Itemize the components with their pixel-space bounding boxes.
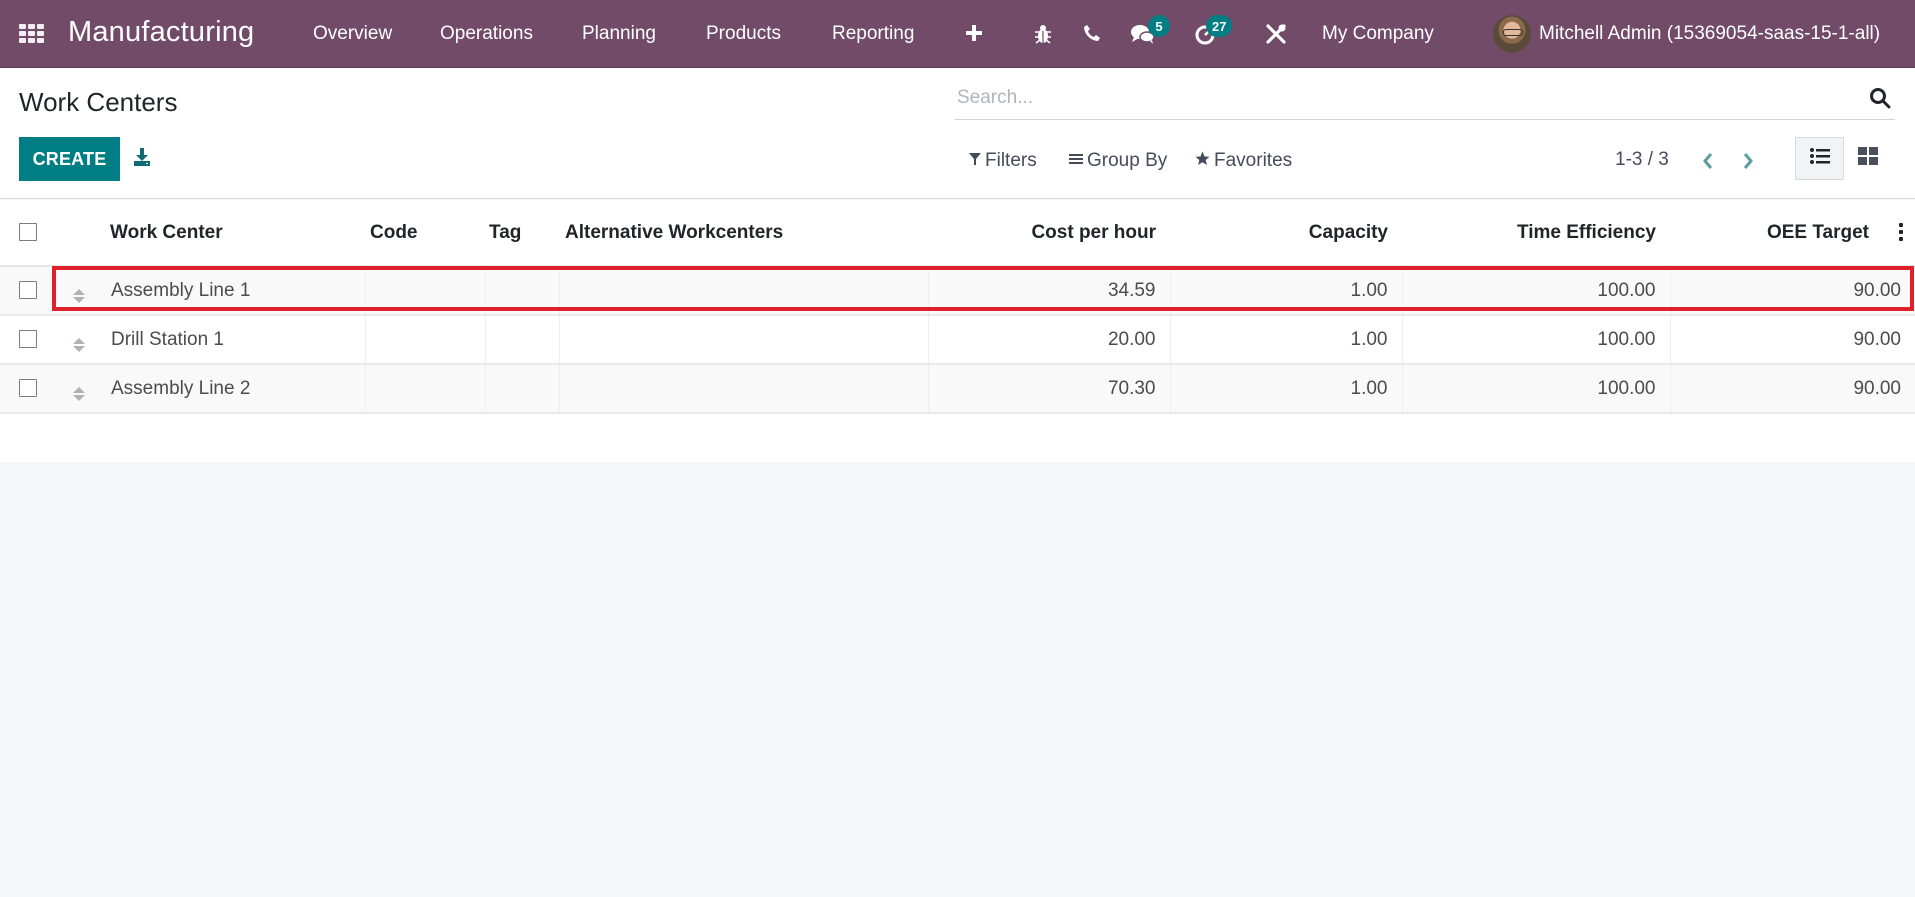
tools-icon[interactable] (1264, 22, 1288, 46)
menu-operations[interactable]: Operations (440, 23, 533, 45)
row-select-cell (0, 266, 54, 316)
user-avatar[interactable] (1493, 15, 1531, 53)
group-by-icon (1069, 150, 1083, 172)
work-centers-table: Work Center Code Tag Alternative Workcen… (0, 200, 1915, 462)
cell-tag[interactable] (484, 364, 559, 414)
cell-code[interactable] (364, 364, 485, 414)
group-by-label: Group By (1087, 150, 1168, 171)
group-by-button[interactable]: Group By (1069, 150, 1167, 172)
menu-overview[interactable]: Overview (313, 23, 392, 45)
search-icon[interactable] (1869, 87, 1891, 109)
menu-planning[interactable]: Planning (582, 23, 656, 45)
drag-handle-cell (54, 364, 103, 414)
row-checkbox[interactable] (19, 330, 37, 349)
favorites-button[interactable]: Favorites (1195, 150, 1292, 172)
cell-code[interactable] (364, 315, 485, 365)
cell-tag[interactable] (484, 315, 559, 365)
table-header-row: Work Center Code Tag Alternative Workcen… (0, 200, 1915, 267)
kanban-view-icon (1857, 147, 1878, 170)
cell-oee-target[interactable]: 90.00 (1669, 364, 1915, 414)
select-all-checkbox[interactable] (19, 223, 37, 242)
cell-work-center[interactable]: Assembly Line 2 (103, 364, 365, 414)
cell-alternative[interactable] (558, 364, 928, 414)
list-view-button[interactable] (1795, 137, 1844, 180)
row-select-cell (0, 315, 54, 365)
star-icon (1195, 150, 1210, 172)
menu-products[interactable]: Products (706, 23, 781, 45)
oee-target-label: OEE Target (1766, 221, 1869, 243)
menu-reporting[interactable]: Reporting (832, 23, 914, 45)
control-panel: Work Centers CREATE Filters Group By Fav… (0, 68, 1915, 199)
cell-time-efficiency[interactable]: 100.00 (1401, 364, 1670, 414)
page-title: Work Centers (19, 87, 178, 117)
pager-value[interactable]: 1-3 / 3 (1615, 149, 1669, 171)
cell-work-center[interactable]: Drill Station 1 (103, 315, 365, 365)
pager-previous-button[interactable] (1697, 148, 1719, 174)
row-checkbox[interactable] (19, 379, 37, 398)
table-row[interactable]: Assembly Line 2 70.30 1.00 100.00 90.00 (0, 364, 1915, 414)
cell-oee-target[interactable]: 90.00 (1669, 266, 1915, 316)
filter-icon (969, 150, 981, 172)
messages-badge: 5 (1148, 15, 1170, 37)
cell-tag[interactable] (484, 266, 559, 316)
column-header-capacity[interactable]: Capacity (1170, 200, 1402, 267)
cell-capacity[interactable]: 1.00 (1169, 315, 1402, 365)
cell-cost-per-hour[interactable]: 20.00 (927, 315, 1170, 365)
column-header-cost-per-hour[interactable]: Cost per hour (928, 200, 1170, 267)
cell-code[interactable] (364, 266, 485, 316)
activities-badge: 27 (1206, 15, 1233, 37)
cell-work-center[interactable]: Assembly Line 1 (103, 266, 365, 316)
pager-next-button[interactable] (1737, 148, 1759, 174)
optional-columns-toggle-icon[interactable] (1899, 223, 1903, 241)
column-header-code[interactable]: Code (365, 200, 485, 267)
search-input[interactable] (957, 82, 1837, 114)
cell-alternative[interactable] (558, 315, 928, 365)
cell-cost-per-hour[interactable]: 34.59 (927, 266, 1170, 316)
top-navbar: Manufacturing Overview Operations Planni… (0, 0, 1915, 68)
search-bar (955, 78, 1895, 120)
work-centers-list: Work Center Code Tag Alternative Workcen… (0, 200, 1915, 462)
column-header-tag[interactable]: Tag (485, 200, 559, 267)
app-name[interactable]: Manufacturing (68, 16, 254, 49)
apps-grid-icon[interactable] (19, 24, 45, 44)
empty-row (0, 413, 1915, 462)
cell-time-efficiency[interactable]: 100.00 (1401, 266, 1670, 316)
cell-cost-per-hour[interactable]: 70.30 (927, 364, 1170, 414)
column-header-oee-target[interactable]: OEE Target (1670, 200, 1915, 267)
column-header-alternative-workcenters[interactable]: Alternative Workcenters (559, 200, 928, 267)
filters-label: Filters (985, 150, 1037, 171)
user-menu[interactable]: Mitchell Admin (15369054-saas-15-1-all) (1539, 23, 1880, 45)
bug-icon[interactable] (1032, 22, 1054, 46)
handle-header (54, 200, 103, 267)
cell-capacity[interactable]: 1.00 (1169, 266, 1402, 316)
column-header-time-efficiency[interactable]: Time Efficiency (1402, 200, 1670, 267)
export-download-icon[interactable] (132, 147, 156, 171)
drag-handle-icon[interactable] (72, 337, 85, 352)
create-button[interactable]: CREATE (19, 137, 120, 181)
column-header-work-center[interactable]: Work Center (103, 200, 365, 267)
drag-handle-cell (54, 315, 103, 365)
empty-row-cell (0, 413, 1915, 462)
drag-handle-icon[interactable] (72, 288, 85, 303)
row-select-cell (0, 364, 54, 414)
list-view-icon (1809, 148, 1830, 169)
select-all-cell (0, 200, 54, 267)
kanban-view-button[interactable] (1843, 137, 1892, 180)
row-checkbox[interactable] (19, 281, 37, 300)
phone-icon[interactable] (1082, 22, 1102, 44)
cell-time-efficiency[interactable]: 100.00 (1401, 315, 1670, 365)
filters-button[interactable]: Filters (969, 150, 1037, 172)
cell-capacity[interactable]: 1.00 (1169, 364, 1402, 414)
drag-handle-cell (54, 266, 103, 316)
table-row[interactable]: Drill Station 1 20.00 1.00 100.00 90.00 (0, 315, 1915, 365)
cell-oee-target[interactable]: 90.00 (1669, 315, 1915, 365)
company-switcher[interactable]: My Company (1322, 23, 1434, 45)
cell-alternative[interactable] (558, 266, 928, 316)
plus-icon[interactable] (963, 22, 985, 44)
table-row[interactable]: Assembly Line 1 34.59 1.00 100.00 90.00 (0, 266, 1915, 316)
favorites-label: Favorites (1214, 150, 1293, 171)
drag-handle-icon[interactable] (72, 386, 85, 401)
